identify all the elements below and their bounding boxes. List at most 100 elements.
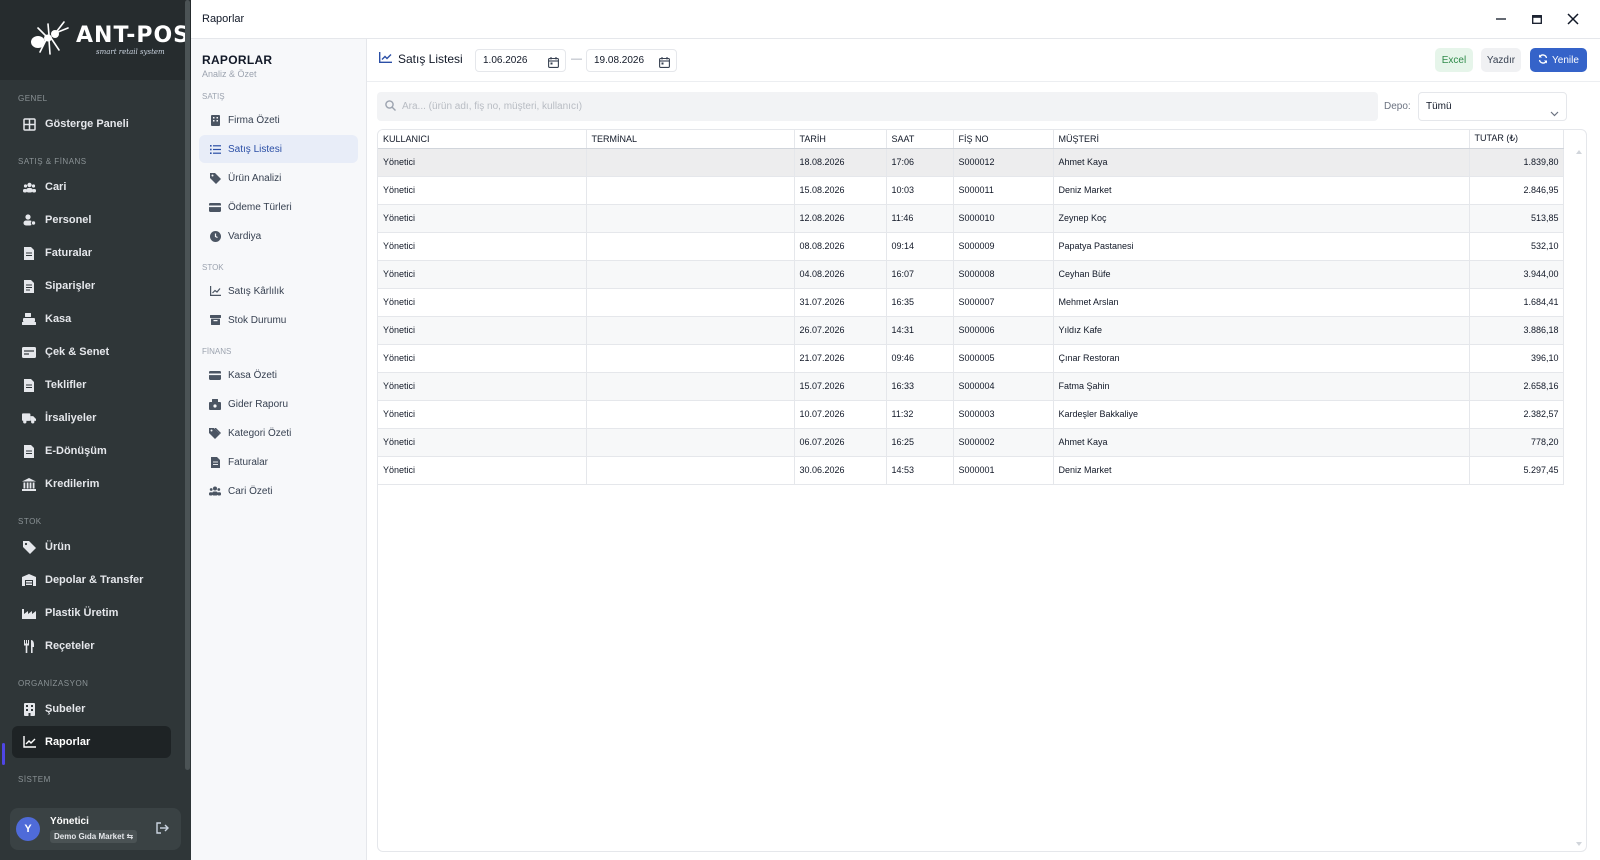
table-row[interactable]: Yönetici 06.07.2026 16:25 S000002 Ahmet Kaya… xyxy=(378,428,1564,457)
table-row[interactable]: Yönetici 08.08.2026 09:14 S000009 Papatya Pa… xyxy=(378,232,1564,261)
chart-line-icon xyxy=(378,52,392,66)
sidebar-item-urun[interactable]: Ürün xyxy=(12,531,171,563)
sidebar-item-faturalar[interactable]: Faturalar xyxy=(12,237,171,269)
cell-terminal xyxy=(586,456,795,485)
subnav-section-finans: FİNANS xyxy=(202,347,232,356)
table-row[interactable]: Yönetici 15.07.2026 16:33 S000004 Fatma Şahi… xyxy=(378,372,1564,401)
column-header-musteri[interactable]: MÜŞTERİ xyxy=(1053,130,1470,149)
logout-icon[interactable] xyxy=(156,822,169,837)
scroll-down-icon[interactable] xyxy=(1576,842,1582,846)
user-card[interactable]: Y Yönetici Demo Gıda Market ⇆ xyxy=(10,808,181,850)
cell-saat: 14:31 xyxy=(886,316,954,345)
cell-kullanici: Yönetici xyxy=(378,232,587,261)
subnav-item-firma-ozeti[interactable]: Firma Özeti xyxy=(199,106,358,134)
refresh-label: Yenile xyxy=(1552,54,1579,66)
search-input[interactable] xyxy=(402,101,1362,112)
table-row[interactable]: Yönetici 04.08.2026 16:07 S000008 Ceyhan Büf… xyxy=(378,260,1564,289)
cell-musteri: Deniz Market xyxy=(1053,456,1470,485)
card-icon xyxy=(209,201,221,213)
close-icon[interactable] xyxy=(1564,10,1582,28)
table-row[interactable]: Yönetici 10.07.2026 11:32 S000003 Kardeşler … xyxy=(378,400,1564,429)
sidebar-scrollbar[interactable] xyxy=(185,0,190,770)
refresh-icon xyxy=(1538,53,1548,67)
calendar-icon[interactable] xyxy=(659,55,670,76)
date-from-value: 1.06.2026 xyxy=(483,55,528,66)
cell-terminal xyxy=(586,232,795,261)
date-from-field[interactable]: 1.06.2026 xyxy=(475,49,566,72)
sidebar-item-kredilerim[interactable]: Kredilerim xyxy=(12,468,171,500)
subnav-item-label: Ödeme Türleri xyxy=(228,201,292,213)
sidebar-item-personel[interactable]: Personel xyxy=(12,204,171,236)
subnav-item-satis-karlilik[interactable]: Satış Kârlılık xyxy=(199,277,358,305)
subnav-item-faturalar[interactable]: Faturalar xyxy=(199,448,358,476)
subnav-item-odeme-turleri[interactable]: Ödeme Türleri xyxy=(199,193,358,221)
cell-tarih: 26.07.2026 xyxy=(794,316,887,345)
excel-button[interactable]: Excel xyxy=(1435,48,1473,72)
subnav-item-urun-analizi[interactable]: Ürün Analizi xyxy=(199,164,358,192)
subnav-item-kategori-ozeti[interactable]: Kategori Özeti xyxy=(199,419,358,447)
column-header-fis-no[interactable]: FİŞ NO xyxy=(953,130,1054,149)
column-header-kullanici[interactable]: KULLANICI xyxy=(378,130,587,149)
table-scrollbar[interactable] xyxy=(1574,148,1584,848)
table-row[interactable]: Yönetici 18.08.2026 17:06 S000012 Ahmet Kaya… xyxy=(378,148,1564,177)
subnav-item-stok-durumu[interactable]: Stok Durumu xyxy=(199,306,358,334)
subnav-item-kasa-ozeti[interactable]: Kasa Özeti xyxy=(199,361,358,389)
sidebar-item-irsaliyeler[interactable]: İrsaliyeler xyxy=(12,402,171,434)
date-to-value: 19.08.2026 xyxy=(594,55,645,66)
table-row[interactable]: Yönetici 31.07.2026 16:35 S000007 Mehmet Ars… xyxy=(378,288,1564,317)
cell-kullanici: Yönetici xyxy=(378,456,587,485)
sidebar-item-label: İrsaliyeler xyxy=(45,412,97,424)
sidebar-item-plastik-uretim[interactable]: Plastik Üretim xyxy=(12,597,171,629)
sidebar-item-cari[interactable]: Cari xyxy=(12,171,171,203)
building-icon xyxy=(22,702,36,716)
cell-saat: 16:25 xyxy=(886,428,954,457)
depo-select[interactable]: Tümü xyxy=(1418,92,1567,121)
user-name: Yönetici xyxy=(50,815,89,827)
report-toolbar: Satış Listesi 1.06.2026 — 19.08.2026 Exc… xyxy=(367,39,1600,82)
sidebar-item-kasa[interactable]: Kasa xyxy=(12,303,171,335)
date-to-field[interactable]: 19.08.2026 xyxy=(586,49,677,72)
search-field[interactable] xyxy=(377,92,1378,121)
maximize-icon[interactable] xyxy=(1528,10,1546,28)
print-button[interactable]: Yazdır xyxy=(1481,48,1521,72)
sidebar-item-e-donusum[interactable]: E-Dönüşüm xyxy=(12,435,171,467)
refresh-button[interactable]: Yenile xyxy=(1530,48,1587,72)
column-header-tarih[interactable]: TARİH xyxy=(794,130,887,149)
column-header-saat[interactable]: SAAT xyxy=(886,130,954,149)
subnav-item-cari-ozeti[interactable]: Cari Özeti xyxy=(199,477,358,505)
cell-tarih: 30.06.2026 xyxy=(794,456,887,485)
sidebar-item-subeler[interactable]: Şubeler xyxy=(12,693,171,725)
list-icon xyxy=(209,143,221,155)
minimize-icon[interactable] xyxy=(1492,10,1510,28)
search-icon xyxy=(385,99,396,114)
table-row[interactable]: Yönetici 26.07.2026 14:31 S000006 Yıldız Kaf… xyxy=(378,316,1564,345)
subnav-item-label: Stok Durumu xyxy=(228,314,287,326)
subnav-item-gider-raporu[interactable]: Gider Raporu xyxy=(199,390,358,418)
table-row[interactable]: Yönetici 30.06.2026 14:53 S000001 Deniz Mark… xyxy=(378,456,1564,485)
cash-register-icon xyxy=(209,369,221,381)
branch-badge[interactable]: Demo Gıda Market ⇆ xyxy=(50,829,138,843)
calendar-icon[interactable] xyxy=(548,55,559,76)
active-indicator xyxy=(2,743,5,765)
column-header-terminal[interactable]: TERMİNAL xyxy=(586,130,795,149)
sidebar-item-siparisler[interactable]: Siparişler xyxy=(12,270,171,302)
sidebar-item-dashboard[interactable]: Gösterge Paneli xyxy=(12,108,171,140)
subnav-item-vardiya[interactable]: Vardiya xyxy=(199,222,358,250)
cell-terminal xyxy=(586,344,795,373)
sidebar-item-raporlar[interactable]: Raporlar xyxy=(12,726,171,758)
table-row[interactable]: Yönetici 12.08.2026 11:46 S000010 Zeynep Koç… xyxy=(378,204,1564,233)
scroll-up-icon[interactable] xyxy=(1576,150,1582,154)
sidebar-item-receteler[interactable]: Reçeteler xyxy=(12,630,171,662)
sidebar-item-label: Raporlar xyxy=(45,736,91,748)
cell-tutar: 3.886,18 xyxy=(1469,316,1564,345)
chart-line-icon xyxy=(209,285,221,297)
sidebar-item-depolar-transfer[interactable]: Depolar & Transfer xyxy=(12,564,171,596)
table-row[interactable]: Yönetici 21.07.2026 09:46 S000005 Çınar Rest… xyxy=(378,344,1564,373)
cell-fis-no: S000003 xyxy=(953,400,1054,429)
sidebar-item-cek-senet[interactable]: Çek & Senet xyxy=(12,336,171,368)
table-row[interactable]: Yönetici 15.08.2026 10:03 S000011 Deniz Mark… xyxy=(378,176,1564,205)
column-header-tutar[interactable]: TUTAR (₺) xyxy=(1469,130,1564,149)
sidebar-item-teklifler[interactable]: Teklifler xyxy=(12,369,171,401)
brand-logo[interactable]: ANT-POS smart retail system xyxy=(0,0,191,80)
subnav-item-satis-listesi[interactable]: Satış Listesi xyxy=(199,135,358,163)
